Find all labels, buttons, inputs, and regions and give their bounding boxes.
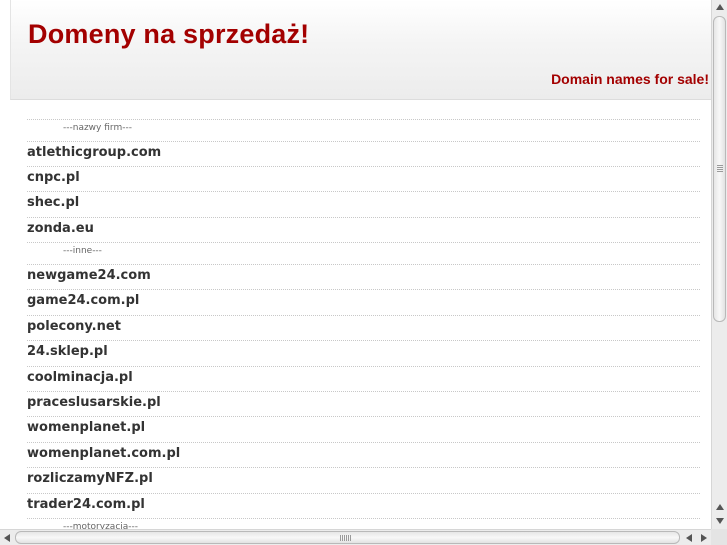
grip-line	[717, 169, 723, 170]
domain-row[interactable]: shec.pl	[27, 192, 700, 218]
horizontal-scroll-thumb[interactable]	[15, 531, 680, 544]
scroll-up-button-lower[interactable]	[712, 500, 727, 514]
domain-link[interactable]: newgame24.com	[27, 268, 151, 283]
scroll-left-button-right[interactable]	[682, 530, 696, 545]
scrollbar-corner	[711, 529, 727, 545]
domain-link[interactable]: cnpc.pl	[27, 170, 80, 185]
horizontal-scrollbar[interactable]	[0, 529, 711, 545]
page-viewport: Domeny na sprzedaż! Domain names for sal…	[0, 0, 711, 529]
page-subtitle: Domain names for sale!	[551, 71, 709, 87]
scroll-left-button[interactable]	[0, 530, 14, 545]
domain-row[interactable]: praceslusarskie.pl	[27, 392, 700, 418]
domain-row[interactable]: rozliczamyNFZ.pl	[27, 468, 700, 494]
category-row: ---inne---	[27, 243, 700, 265]
domain-link[interactable]: game24.com.pl	[27, 293, 139, 308]
category-label: ---motoryzacja---	[63, 522, 139, 529]
domain-list: ---nazwy firm--- atlethicgroup.com cnpc.pl…	[27, 119, 700, 529]
domain-link[interactable]: womenplanet.com.pl	[27, 446, 180, 461]
site-header: Domeny na sprzedaż! Domain names for sal…	[10, 0, 711, 100]
domain-link[interactable]: polecony.net	[27, 319, 121, 334]
arrow-up-icon	[716, 504, 724, 510]
domain-link[interactable]: 24.sklep.pl	[27, 344, 108, 359]
domain-link[interactable]: praceslusarskie.pl	[27, 395, 161, 410]
grip-line	[340, 535, 341, 541]
domain-row[interactable]: zonda.eu	[27, 218, 700, 244]
arrow-right-icon	[701, 534, 707, 542]
arrow-left-icon	[4, 534, 10, 542]
grip-line	[350, 535, 351, 541]
domain-link[interactable]: womenplanet.pl	[27, 420, 145, 435]
grip-line	[348, 535, 349, 541]
scroll-up-button[interactable]	[712, 0, 727, 14]
grip-line	[717, 171, 723, 172]
domain-row[interactable]: coolminacja.pl	[27, 367, 700, 392]
domain-link[interactable]: trader24.com.pl	[27, 497, 145, 512]
domain-link[interactable]: coolminacja.pl	[27, 370, 133, 385]
grip-line	[346, 535, 347, 541]
domain-link[interactable]: zonda.eu	[27, 221, 94, 236]
arrow-down-icon	[716, 518, 724, 524]
domain-row[interactable]: 24.sklep.pl	[27, 341, 700, 367]
grip-line	[342, 535, 343, 541]
scroll-down-button[interactable]	[712, 514, 727, 528]
domain-row[interactable]: trader24.com.pl	[27, 494, 700, 520]
grip-line	[717, 167, 723, 168]
category-label: ---inne---	[63, 246, 102, 257]
category-row: ---motoryzacja---	[27, 519, 700, 529]
domain-row[interactable]: atlethicgroup.com	[27, 142, 700, 167]
arrow-up-icon	[716, 4, 724, 10]
scroll-right-button[interactable]	[696, 530, 710, 545]
domain-link[interactable]: atlethicgroup.com	[27, 145, 161, 160]
domain-link[interactable]: rozliczamyNFZ.pl	[27, 471, 153, 486]
page-title: Domeny na sprzedaż!	[28, 19, 310, 49]
domain-row[interactable]: womenplanet.pl	[27, 417, 700, 443]
grip-line	[344, 535, 345, 541]
arrow-left-icon	[686, 534, 692, 542]
domain-row[interactable]: newgame24.com	[27, 265, 700, 291]
category-row: ---nazwy firm---	[27, 120, 700, 142]
grip-line	[717, 165, 723, 166]
vertical-scroll-thumb[interactable]	[713, 16, 726, 322]
domain-link[interactable]: shec.pl	[27, 195, 79, 210]
vertical-scrollbar[interactable]	[711, 0, 727, 529]
domain-row[interactable]: womenplanet.com.pl	[27, 443, 700, 469]
category-label: ---nazwy firm---	[63, 123, 132, 133]
domain-row[interactable]: cnpc.pl	[27, 167, 700, 193]
domain-row[interactable]: game24.com.pl	[27, 290, 700, 316]
domain-row[interactable]: polecony.net	[27, 316, 700, 342]
